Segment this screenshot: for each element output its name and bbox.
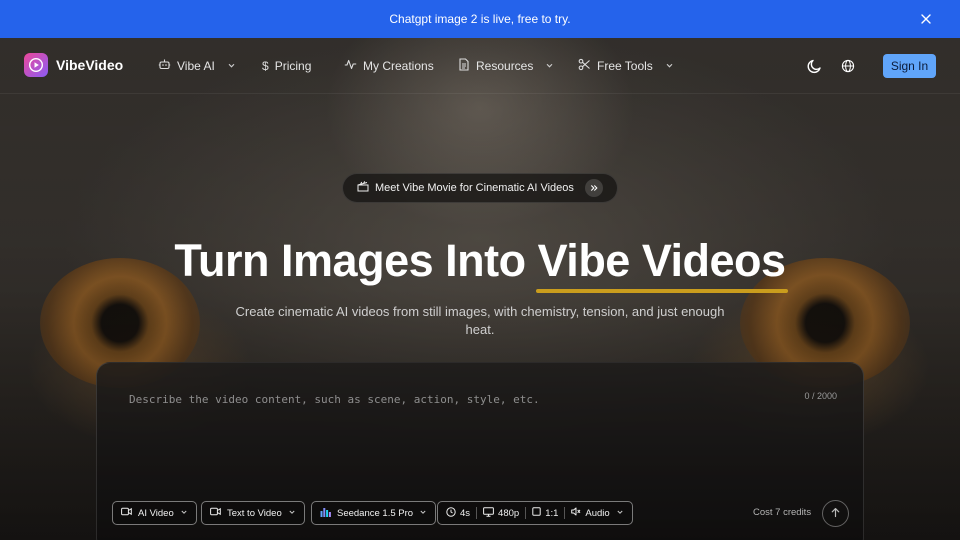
square-ratio-icon xyxy=(532,507,541,519)
mode-select-value: AI Video xyxy=(138,507,174,519)
video-prompt-panel: 0 / 2000 AI Video Text to Video Seedance… xyxy=(96,362,864,540)
model-select[interactable]: Seedance 1.5 Pro xyxy=(311,501,437,525)
chevron-down-icon xyxy=(545,59,554,73)
brand-name: VibeVideo xyxy=(56,57,124,73)
chevron-down-icon xyxy=(180,508,188,519)
aspect-ratio-setting: 1:1 xyxy=(532,507,558,519)
bar-chart-model-icon xyxy=(320,507,331,520)
divider xyxy=(525,507,527,519)
video-description-input[interactable] xyxy=(129,393,769,483)
resolution-setting: 480p xyxy=(483,506,520,520)
chevron-down-icon xyxy=(288,508,296,519)
clock-icon xyxy=(446,506,456,520)
announcement-banner: Chatgpt image 2 is live, free to try. xyxy=(0,0,960,38)
nav-resources-label: Resources xyxy=(476,59,534,73)
nav-free-tools[interactable]: Free Tools xyxy=(578,56,674,76)
hero-title: Turn Images Into Vibe Videos xyxy=(0,235,960,293)
duration-value: 4s xyxy=(460,507,471,519)
hero-subtitle: Create cinematic AI videos from still im… xyxy=(235,304,725,337)
dollar-icon: $ xyxy=(262,59,269,73)
theme-toggle-moon-icon[interactable] xyxy=(804,55,826,77)
clapperboard-icon xyxy=(357,181,369,195)
brand-logo[interactable]: VibeVideo xyxy=(24,53,123,77)
nav-vibe-ai[interactable]: Vibe AI xyxy=(158,56,236,76)
promo-text: Meet Vibe Movie for Cinematic AI Videos xyxy=(375,182,574,194)
credit-cost-label: Cost 7 credits xyxy=(753,507,812,518)
generation-type-value: Text to Video xyxy=(227,507,282,519)
video-camera-icon xyxy=(121,507,132,519)
close-icon[interactable] xyxy=(918,11,934,27)
document-icon xyxy=(458,58,470,74)
divider xyxy=(476,507,478,519)
arrow-up-icon xyxy=(830,505,841,523)
nav-my-creations[interactable]: My Creations xyxy=(344,56,434,76)
video-settings-select[interactable]: 4s 480p 1:1 Audio xyxy=(437,501,633,525)
duration-setting: 4s xyxy=(446,506,471,520)
activity-icon xyxy=(344,58,357,74)
chevron-down-icon xyxy=(419,508,427,519)
audio-value: Audio xyxy=(585,507,610,519)
announcement-text: Chatgpt image 2 is live, free to try. xyxy=(389,12,571,26)
model-select-value: Seedance 1.5 Pro xyxy=(337,507,414,519)
robot-icon xyxy=(158,58,171,74)
sign-in-button[interactable]: Sign In xyxy=(883,54,936,78)
nav-pricing-label: Pricing xyxy=(274,59,312,73)
nav-pricing[interactable]: $ Pricing xyxy=(262,56,311,76)
nav-vibe-ai-label: Vibe AI xyxy=(177,59,215,73)
scissors-icon xyxy=(578,58,591,74)
generate-submit-button[interactable] xyxy=(822,500,849,527)
aspect-ratio-value: 1:1 xyxy=(545,507,559,519)
mode-select[interactable]: AI Video xyxy=(112,501,197,525)
nav-resources[interactable]: Resources xyxy=(458,56,554,76)
nav-my-creations-label: My Creations xyxy=(363,59,434,73)
hero-title-main: Turn Images Into xyxy=(174,235,538,286)
vibe-movie-promo-pill[interactable]: Meet Vibe Movie for Cinematic AI Videos xyxy=(342,173,618,203)
character-counter: 0 / 2000 xyxy=(804,391,837,401)
hero-title-highlight: Vibe Videos xyxy=(535,235,788,293)
language-globe-icon[interactable] xyxy=(837,55,859,77)
monitor-icon xyxy=(483,506,494,520)
speaker-icon xyxy=(571,507,581,519)
double-chevron-right-icon xyxy=(585,179,603,197)
divider xyxy=(564,507,566,519)
video-camera-icon xyxy=(210,507,221,519)
chevron-down-icon xyxy=(665,59,674,73)
nav-free-tools-label: Free Tools xyxy=(597,59,653,73)
audio-setting: Audio xyxy=(571,507,610,519)
play-logo-icon xyxy=(24,53,48,77)
resolution-value: 480p xyxy=(498,507,520,519)
chevron-down-icon xyxy=(227,59,236,73)
generation-type-select[interactable]: Text to Video xyxy=(201,501,305,525)
top-navbar: VibeVideo Vibe AI $ Pricing My Creations… xyxy=(0,38,960,94)
chevron-down-icon xyxy=(616,508,624,519)
